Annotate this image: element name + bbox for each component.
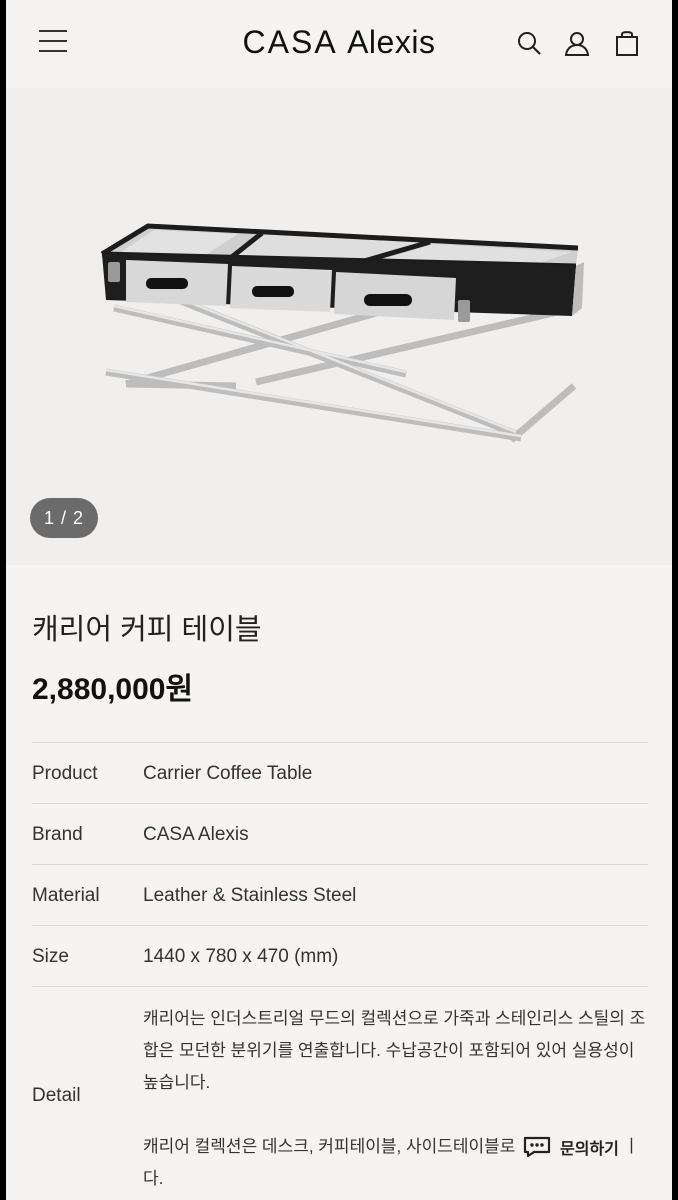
product-image[interactable] bbox=[6, 88, 672, 565]
spec-row-detail: Detail 캐리어는 인더스트리얼 무드의 컬렉션으로 가죽과 스테인리스 스… bbox=[32, 987, 648, 1200]
inquiry-label: 문의하기 bbox=[560, 1141, 619, 1158]
spec-label: Detail bbox=[32, 1085, 81, 1106]
product-title: 캐리어 커피 테이블 bbox=[32, 614, 262, 646]
spec-label: Product bbox=[32, 763, 98, 784]
spec-label: Material bbox=[32, 885, 100, 906]
account-icon[interactable] bbox=[564, 30, 590, 56]
chat-bubble-icon bbox=[523, 1136, 551, 1158]
header: CASA Alexis bbox=[6, 0, 672, 88]
spec-label: Brand bbox=[32, 824, 83, 845]
detail-text: 캐리어는 인더스트리얼 무드의 컬렉션으로 가죽과 스테인리스 스틸의 조합은 … bbox=[143, 1003, 648, 1200]
product-price: 2,880,000원 bbox=[32, 673, 194, 706]
spec-value: 1440 x 780 x 470 (mm) bbox=[143, 946, 339, 967]
search-icon[interactable] bbox=[516, 30, 542, 56]
spec-row-size: Size 1440 x 780 x 470 (mm) bbox=[32, 926, 648, 987]
spec-row-material: Material Leather & Stainless Steel bbox=[32, 865, 648, 926]
spec-value: CASA Alexis bbox=[143, 824, 249, 845]
spec-row-brand: Brand CASA Alexis bbox=[32, 804, 648, 865]
coffee-table-illustration bbox=[100, 223, 584, 443]
spec-label: Size bbox=[32, 946, 69, 967]
spec-row-product: Product Carrier Coffee Table bbox=[32, 743, 648, 804]
detail-paragraph: 캐리어는 인더스트리얼 무드의 컬렉션으로 가죽과 스테인리스 스틸의 조합은 … bbox=[143, 1009, 646, 1092]
inquiry-button[interactable]: 문의하기 bbox=[516, 1130, 630, 1164]
spec-value: Carrier Coffee Table bbox=[143, 763, 313, 784]
page-frame: CASA Alexis 1 / 2 캐리어 커피 테이블 2,880,000원 … bbox=[6, 0, 672, 1200]
gallery-counter: 1 / 2 bbox=[30, 498, 98, 538]
spec-value: Leather & Stainless Steel bbox=[143, 885, 357, 906]
logo-alexis: Alexis bbox=[347, 24, 436, 60]
logo-casa: CASA bbox=[242, 24, 338, 60]
shopping-bag-icon[interactable] bbox=[614, 30, 640, 56]
